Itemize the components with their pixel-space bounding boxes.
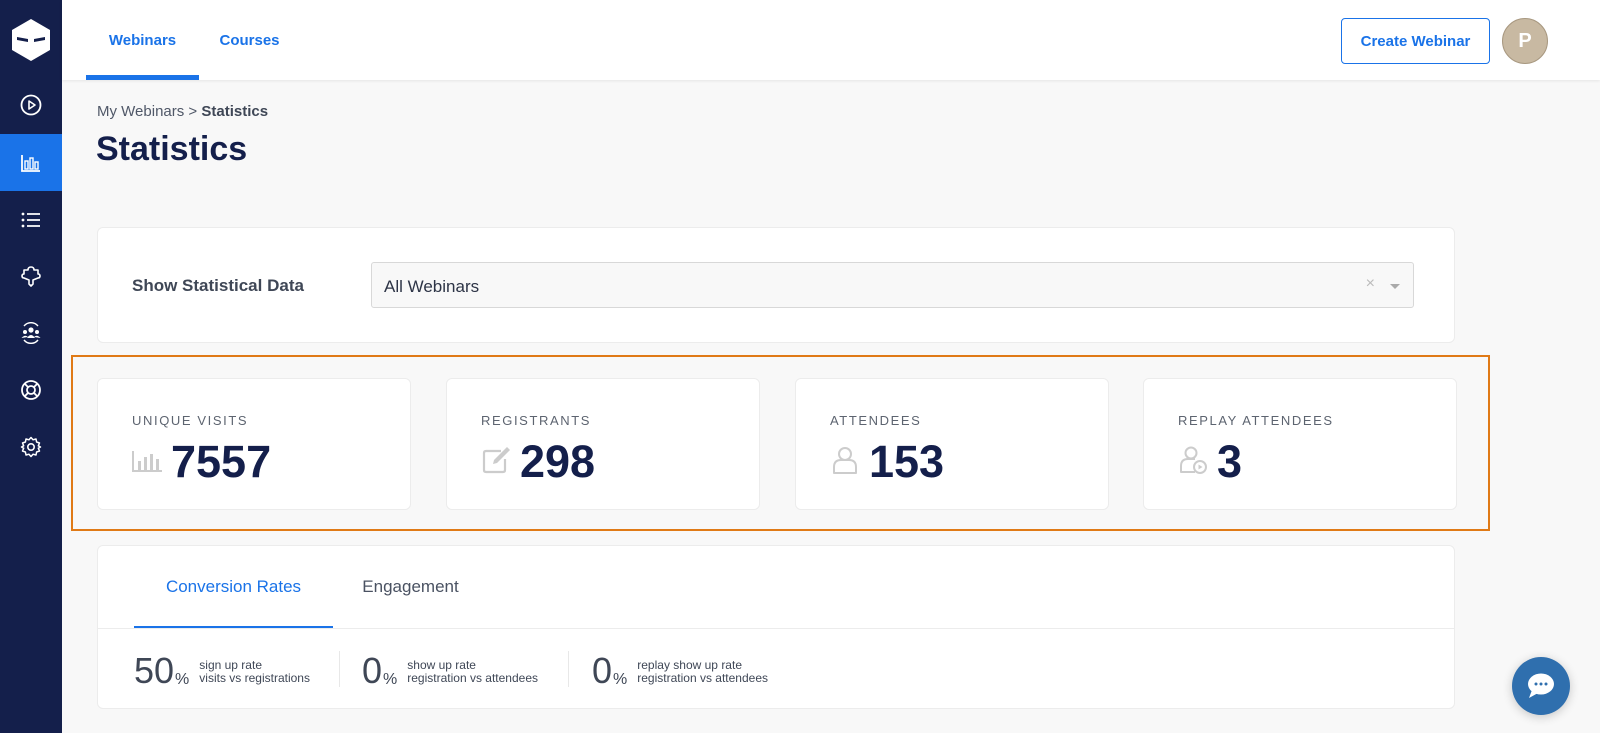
breadcrumb-separator: > (188, 103, 198, 120)
rate-description: sign up rate visits vs registrations (199, 659, 310, 685)
stat-label: ATTENDEES (830, 413, 922, 428)
stat-value: 7557 (171, 436, 272, 487)
sidebar-item-webinars[interactable] (0, 76, 62, 133)
edit-icon (482, 447, 510, 474)
rate-divider (339, 651, 340, 687)
breadcrumb: My Webinars > Statistics (97, 103, 268, 120)
rate-value: 50 (134, 650, 175, 691)
bar-chart-icon (132, 451, 162, 472)
rate-value: 0 (362, 650, 383, 691)
sidebar-item-statistics[interactable] (0, 134, 62, 191)
gear-icon (20, 436, 42, 457)
stat-card-attendees: ATTENDEES 153 (795, 378, 1109, 510)
stat-card-replay-attendees: REPLAY ATTENDEES 3 (1143, 378, 1457, 510)
rate-subtitle: visits vs registrations (199, 671, 310, 685)
stat-label: UNIQUE VISITS (132, 413, 249, 428)
rate-sign-up: 50 % sign up rate visits vs registration… (134, 653, 310, 689)
tab-engagement[interactable]: Engagement (353, 546, 468, 628)
webinar-select[interactable]: All Webinars × (371, 262, 1414, 308)
stat-value: 298 (520, 436, 596, 487)
rate-divider (568, 651, 569, 687)
puzzle-icon (21, 265, 41, 287)
bar-chart-icon (21, 154, 40, 172)
tabs-divider (98, 628, 1454, 629)
chevron-down-icon[interactable] (1390, 284, 1400, 289)
sidebar-item-support[interactable] (0, 361, 62, 418)
sidebar-item-settings[interactable] (0, 418, 62, 475)
chat-icon (1528, 673, 1554, 698)
sidebar-item-community[interactable] (0, 304, 62, 361)
app-logo[interactable] (0, 0, 62, 80)
ninja-logo-icon (12, 19, 50, 61)
create-webinar-button[interactable]: Create Webinar (1341, 18, 1490, 64)
sidebar-item-integrations[interactable] (0, 247, 62, 304)
filter-card: Show Statistical Data All Webinars × (97, 227, 1455, 343)
stat-label: REGISTRANTS (481, 413, 592, 428)
stat-value: 153 (869, 436, 945, 487)
rate-replay-show-up: 0 % replay show up rate registration vs … (592, 653, 768, 689)
rate-subtitle: registration vs attendees (407, 671, 539, 685)
users-icon (21, 321, 41, 344)
chat-button[interactable] (1512, 657, 1570, 715)
rate-description: show up rate registration vs attendees (407, 659, 538, 685)
stat-value: 3 (1217, 436, 1243, 487)
page-title: Statistics (96, 130, 248, 168)
stat-label: REPLAY ATTENDEES (1178, 413, 1334, 428)
filter-label: Show Statistical Data (132, 276, 304, 295)
rate-subtitle: registration vs attendees (637, 671, 769, 685)
sidebar (0, 0, 62, 733)
user-icon (833, 447, 857, 474)
stat-card-unique-visits: UNIQUE VISITS 7557 (97, 378, 411, 510)
rate-show-up: 0 % show up rate registration vs attende… (362, 653, 538, 689)
tab-webinars[interactable]: Webinars (86, 0, 199, 80)
top-navigation: Webinars Courses Create Webinar P (62, 0, 1600, 80)
breadcrumb-current: Statistics (201, 103, 269, 120)
rate-value: 0 (592, 650, 613, 691)
play-circle-icon (20, 94, 42, 115)
user-replay-icon (1180, 446, 1207, 474)
details-card: Conversion Rates Engagement 50 % sign up… (97, 545, 1455, 709)
breadcrumb-parent[interactable]: My Webinars (97, 103, 184, 120)
sidebar-item-list[interactable] (0, 191, 62, 248)
list-icon (21, 212, 40, 227)
stat-card-registrants: REGISTRANTS 298 (446, 378, 760, 510)
rate-unit: % (383, 671, 398, 688)
webinar-select-value: All Webinars (384, 277, 480, 296)
avatar[interactable]: P (1502, 18, 1548, 64)
tab-courses[interactable]: Courses (199, 0, 300, 80)
tab-conversion-rates[interactable]: Conversion Rates (134, 546, 333, 628)
clear-icon[interactable]: × (1366, 275, 1375, 293)
rate-unit: % (175, 671, 190, 688)
rate-unit: % (613, 671, 628, 688)
lifebuoy-icon (21, 379, 41, 400)
rate-description: replay show up rate registration vs atte… (637, 659, 768, 685)
